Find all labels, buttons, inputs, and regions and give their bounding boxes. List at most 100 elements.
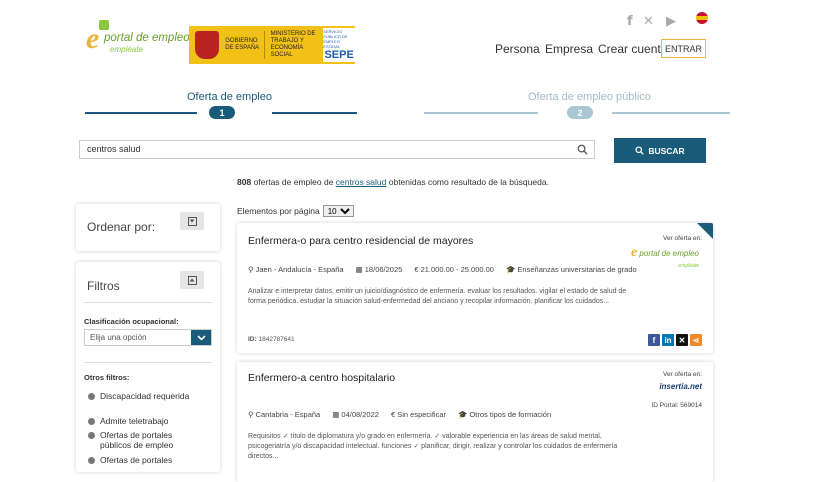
calendar-icon: ▦	[332, 410, 340, 419]
id-value: 1842787641	[258, 336, 295, 343]
order-title: Ordenar por:	[87, 220, 156, 234]
linkedin-share-icon[interactable]: in	[662, 334, 674, 346]
source-label: Ver oferta en:	[662, 371, 702, 378]
job-title-link[interactable]: Enfermera-o para centro residencial de m…	[248, 235, 473, 247]
salary: € Sin especificar	[391, 410, 446, 419]
x-share-icon[interactable]: ✕	[676, 334, 688, 346]
graduation-cap-icon: 🎓	[458, 410, 468, 419]
filter-option-telework[interactable]: Admite teletrabajo	[88, 416, 198, 426]
expand-icon	[187, 216, 197, 226]
youtube-icon[interactable]: ▶	[666, 14, 676, 29]
source-logo-portal-empleo[interactable]: e portal de empleo empléate	[631, 245, 699, 270]
tab1-line-right	[272, 112, 357, 114]
date: ▦ 04/08/2022	[332, 410, 379, 419]
search-icon[interactable]	[577, 144, 588, 155]
location: ⚲ Jaen - Andalucía - España	[248, 265, 344, 274]
facebook-icon[interactable]: f	[627, 14, 633, 29]
search-icon	[635, 146, 645, 155]
salary: € 21.000.00 - 25.000.00	[414, 265, 494, 274]
source-logo-line1: portal de empleo	[639, 249, 699, 258]
location-pin-icon: ⚲	[248, 410, 254, 419]
education-text: Enseñanzas universitarias de grado	[517, 265, 637, 274]
tab-oferta-empleo[interactable]: Oferta de empleo	[187, 91, 272, 103]
tab1-badge[interactable]: 1	[209, 106, 235, 119]
select-value: Elija una opción	[90, 333, 147, 342]
source-label: Ver oferta en:	[662, 235, 702, 242]
results-count: 808	[237, 177, 252, 187]
salary-text: 21.000.00 - 25.000.00	[420, 265, 494, 274]
euro-icon: €	[414, 265, 419, 274]
euro-icon: €	[390, 410, 396, 419]
date-text: 18/06/2025	[364, 265, 403, 274]
occupational-label: Clasificación ocupacional:	[84, 317, 179, 326]
filter-option-disability[interactable]: Discapacidad requerida	[88, 391, 198, 401]
radio-icon[interactable]	[88, 418, 95, 425]
job-title-link[interactable]: Enfermero-a centro hospitalario	[248, 372, 395, 384]
portal-id: ID Portal: 569014	[651, 402, 702, 409]
nav-crear-cuenta[interactable]: Crear cuenta	[598, 42, 667, 56]
search-box[interactable]	[79, 140, 595, 159]
job-card[interactable]: Enfermera-o para centro residencial de m…	[237, 223, 713, 353]
education: 🎓 Otros tipos de formación	[458, 410, 551, 419]
government-logo: GOBIERNO DE ESPAÑA MINISTERIO DE TRABAJO…	[189, 26, 355, 64]
divider	[84, 302, 212, 303]
tab-oferta-empleo-publico[interactable]: Oferta de empleo público	[528, 91, 651, 103]
chevron-down-icon[interactable]	[191, 330, 211, 345]
buscar-button[interactable]: BUSCAR	[614, 138, 706, 163]
order-panel: Ordenar por:	[76, 204, 220, 251]
other-filters-label: Otros filtros:	[84, 373, 130, 382]
sepe-label: SEPE	[324, 49, 354, 61]
tab1-line-left	[85, 112, 197, 114]
share-icon[interactable]: ⋖	[690, 334, 702, 346]
nav-empresa[interactable]: Empresa	[545, 42, 593, 56]
ministry-name: MINISTERIO DE TRABAJO Y ECONOMÍA SOCIAL	[270, 31, 316, 58]
salary-text: Sin especificar	[397, 410, 446, 419]
filters-title: Filtros	[87, 279, 120, 293]
divider	[263, 31, 265, 59]
graduation-cap-icon: 🎓	[505, 265, 516, 274]
order-toggle-button[interactable]	[180, 212, 204, 230]
radio-icon[interactable]	[88, 393, 95, 400]
option-label: Ofertas de portales públicos de empleo	[100, 430, 174, 450]
results-suffix: obtenidas como resultado de la búsqueda.	[388, 177, 549, 187]
results-prefix: ofertas de empleo de	[253, 177, 334, 187]
job-description: Analizar e interpretar datos. emitir un …	[248, 288, 627, 305]
facebook-share-icon[interactable]: f	[648, 334, 660, 346]
x-icon[interactable]: ✕	[643, 14, 654, 29]
portal-empleo-logo[interactable]: e portal de empleo empléate	[86, 20, 190, 56]
filter-option-public-portals[interactable]: Ofertas de portales públicos de empleo	[88, 430, 198, 450]
sepe-logo: SERVICIO PÚBLICO DE EMPLEO ESTATAL SEPE	[323, 28, 355, 62]
occupational-select[interactable]: Elija una opción	[84, 329, 212, 346]
sepe-subtitle: SERVICIO PÚBLICO DE EMPLEO ESTATAL	[323, 29, 348, 49]
job-description: Requisitos ✓ título de diplomatura y/o g…	[248, 433, 618, 460]
job-id: ID: 1842787641	[248, 336, 295, 343]
login-button[interactable]: ENTRAR	[661, 39, 706, 58]
date: ▦ 18/06/2025	[356, 265, 403, 274]
date-text: 04/08/2022	[341, 410, 379, 419]
location: ⚲ Cantabria - España	[248, 410, 320, 419]
per-page-select[interactable]: 10	[322, 205, 354, 217]
filter-option-portals[interactable]: Ofertas de portales	[88, 455, 198, 465]
results-query-link[interactable]: centros salud	[336, 177, 387, 187]
tab2-line-right	[612, 112, 730, 114]
per-page-control: Elementos por página 10	[237, 205, 354, 217]
filters-toggle-button[interactable]	[180, 271, 204, 289]
spanish-flag-icon[interactable]	[696, 12, 708, 24]
logo-line2: empléate	[110, 45, 143, 54]
share-buttons: f in ✕ ⋖	[648, 334, 702, 346]
job-card[interactable]: Enfermero-a centro hospitalario ⚲ Cantab…	[237, 362, 713, 482]
option-label: Admite teletrabajo	[100, 416, 169, 426]
collapse-icon	[187, 275, 197, 285]
source-logo-insertia[interactable]: insertia.net	[659, 382, 702, 391]
gov-name: GOBIERNO DE ESPAÑA	[225, 38, 260, 51]
tab2-badge[interactable]: 2	[567, 106, 593, 119]
location-text: Jaen - Andalucía - España	[255, 265, 344, 274]
nav-persona[interactable]: Persona	[495, 42, 540, 56]
logo-letter: e	[86, 22, 100, 55]
search-input[interactable]	[87, 144, 567, 154]
buscar-label: BUSCAR	[648, 145, 685, 156]
divider	[84, 362, 212, 363]
location-pin-icon: ⚲	[248, 265, 254, 274]
tab2-line-left	[424, 112, 538, 114]
radio-icon[interactable]	[88, 432, 95, 439]
